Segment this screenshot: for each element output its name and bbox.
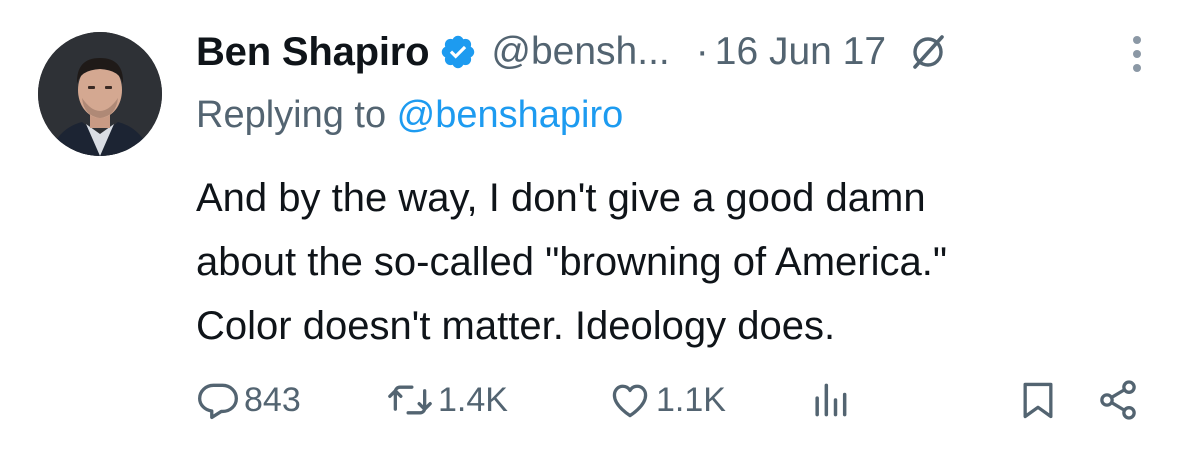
bookmark-icon: [1016, 378, 1060, 422]
bar-chart-icon: [808, 378, 852, 422]
tweet[interactable]: Ben Shapiro @bensh... · 16 Jun 17 Replyi…: [0, 0, 1200, 449]
tweet-date[interactable]: 16 Jun 17: [715, 30, 886, 74]
repost-count: 1.4K: [438, 380, 508, 419]
like-button[interactable]: 1.1K: [608, 372, 726, 428]
speech-bubble-icon: [196, 378, 240, 422]
tweet-body: And by the way, I don't give a good damn…: [196, 166, 1176, 358]
like-count: 1.1K: [656, 380, 726, 419]
repost-button[interactable]: 1.4K: [386, 372, 508, 428]
tweet-header: Ben Shapiro @bensh... · 16 Jun 17: [196, 24, 948, 80]
avatar-image: [38, 32, 162, 156]
avatar[interactable]: [38, 32, 162, 156]
repost-arrows-icon: [386, 378, 434, 422]
tweet-body-line: And by the way, I don't give a good damn: [196, 176, 926, 220]
separator-dot: ·: [695, 30, 709, 73]
grok-slash-circle-icon[interactable]: [908, 32, 948, 72]
replying-to-mention[interactable]: @benshapiro: [397, 94, 624, 136]
tweet-body-line: about the so-called "browning of America…: [196, 240, 948, 284]
heart-icon: [608, 378, 652, 422]
share-button[interactable]: [1096, 372, 1140, 428]
verified-badge-icon[interactable]: [439, 33, 477, 71]
more-options-icon[interactable]: [1122, 30, 1152, 78]
bookmark-button[interactable]: [1016, 372, 1060, 428]
reply-count: 843: [244, 380, 301, 419]
display-name[interactable]: Ben Shapiro: [196, 30, 430, 75]
tweet-body-line: Color doesn't matter. Ideology does.: [196, 304, 836, 348]
replying-to-label: Replying to: [196, 94, 397, 136]
views-button[interactable]: [808, 372, 852, 428]
share-nodes-icon: [1096, 378, 1140, 422]
replying-to: Replying to @benshapiro: [196, 94, 623, 137]
action-bar: 843 1.4K 1.1K: [196, 372, 1156, 428]
reply-button[interactable]: 843: [196, 372, 301, 428]
handle[interactable]: @bensh...: [491, 30, 669, 74]
